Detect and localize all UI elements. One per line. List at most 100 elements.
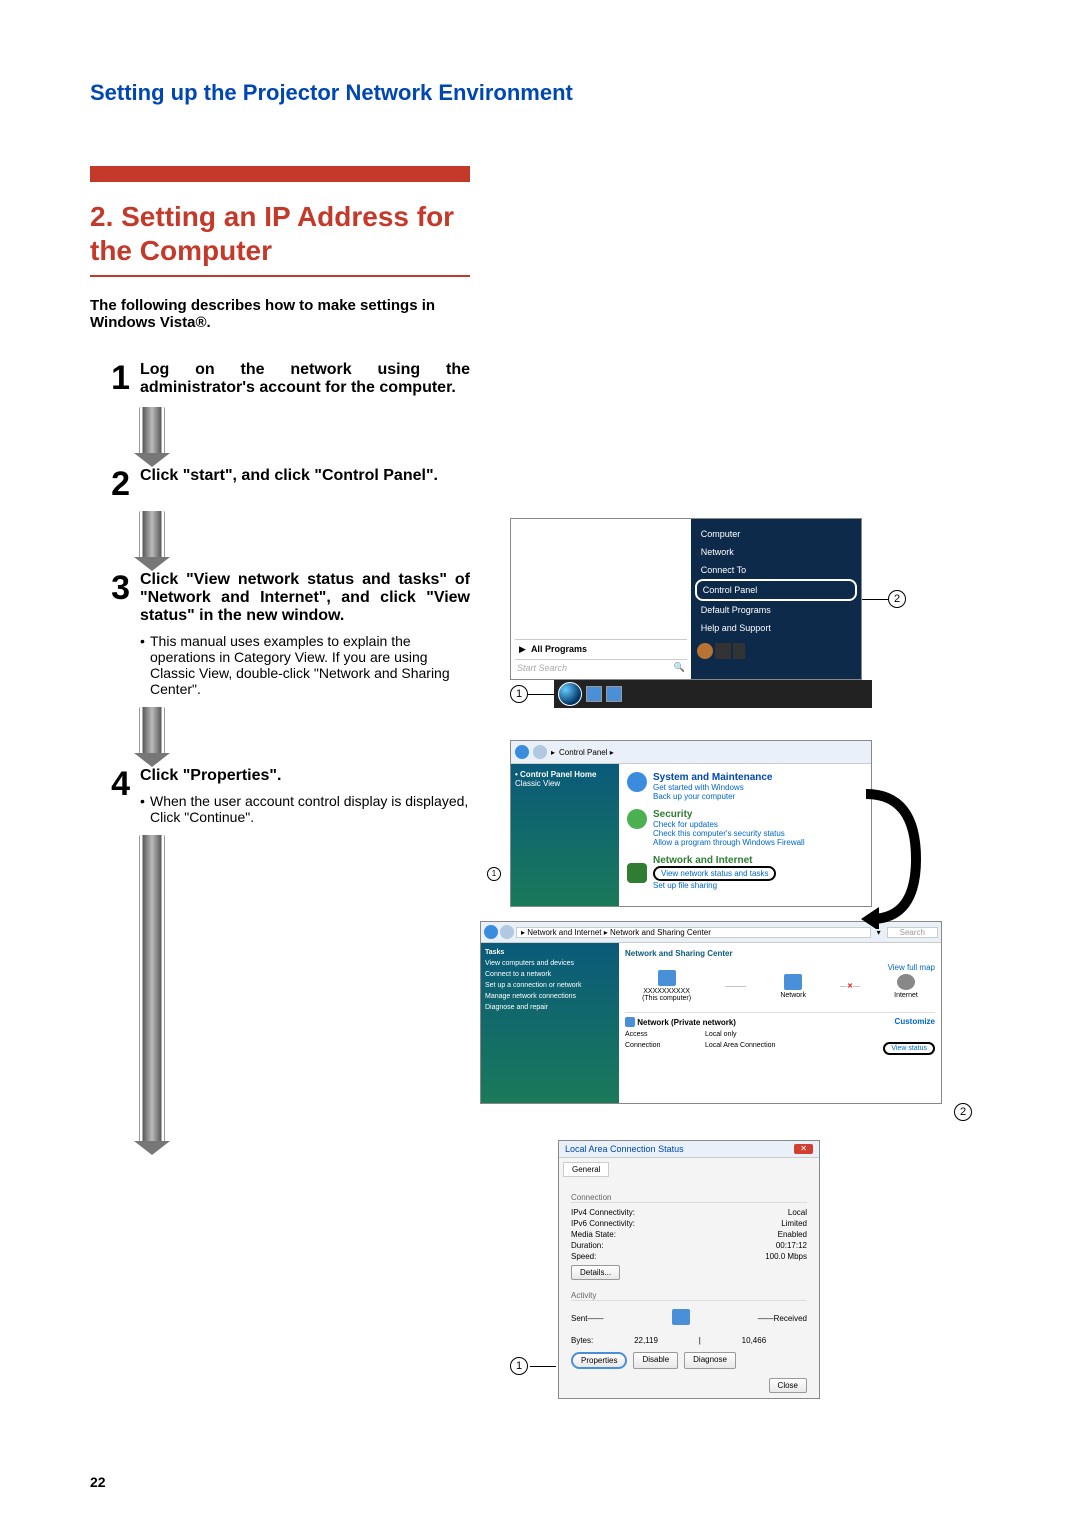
lac-group-activity: Activity: [571, 1291, 807, 1301]
lac-media-value: Enabled: [778, 1230, 807, 1239]
network-mini-icon: [625, 1017, 635, 1027]
lac-duration-label: Duration:: [571, 1241, 603, 1250]
lock-icon[interactable]: [715, 643, 731, 659]
lac-properties-button[interactable]: Properties: [571, 1352, 627, 1369]
cp-security[interactable]: Security: [653, 809, 805, 820]
nsc-side-link[interactable]: View computers and devices: [485, 960, 615, 967]
nav-fwd-icon[interactable]: [533, 745, 547, 759]
nsc-network-label: Network: [780, 992, 806, 999]
arrow-down-icon: [140, 407, 164, 467]
lac-media-label: Media State:: [571, 1230, 616, 1239]
nsc-computer-name: XXXXXXXXXX: [643, 988, 690, 995]
arrow-down-icon: [140, 707, 164, 767]
callout-marker-1: 1: [487, 867, 501, 881]
lac-ipv6-value: Limited: [781, 1219, 807, 1228]
lac-close-button[interactable]: Close: [769, 1378, 807, 1393]
intro-text: The following describes how to make sett…: [90, 297, 470, 331]
nsc-address[interactable]: ▸ Network and Internet ▸ Network and Sha…: [516, 927, 871, 938]
step-number: 2: [90, 467, 130, 501]
page-header: Setting up the Projector Network Environ…: [90, 80, 990, 106]
search-icon[interactable]: 🔍: [674, 662, 685, 673]
cp-side-classic[interactable]: Classic View: [515, 779, 615, 788]
lac-sent-label: Sent: [571, 1314, 587, 1323]
nav-back-icon[interactable]: [484, 925, 498, 939]
start-item-help[interactable]: Help and Support: [695, 619, 857, 637]
nsc-view-status[interactable]: View status: [883, 1042, 935, 1055]
cp-network-internet[interactable]: Network and Internet: [653, 855, 776, 866]
start-item-connect-to[interactable]: Connect To: [695, 561, 857, 579]
nsc-title: Network and Sharing Center: [625, 949, 935, 958]
cp-link[interactable]: Allow a program through Windows Firewall: [653, 838, 805, 847]
start-item-default-programs[interactable]: Default Programs: [695, 601, 857, 619]
activity-icon: [672, 1309, 690, 1325]
nav-back-icon[interactable]: [515, 745, 529, 759]
callout-marker-1: 1: [510, 1357, 528, 1375]
figure-start-menu: ▶ All Programs Start Search 🔍 Computer N…: [510, 518, 906, 708]
callout-marker-1: 1: [510, 685, 528, 703]
power-icon[interactable]: [697, 643, 713, 659]
chevron-right-icon[interactable]: [733, 643, 745, 659]
lac-group-connection: Connection: [571, 1193, 807, 1203]
nsc-network-private: Network (Private network): [637, 1018, 736, 1027]
nsc-connection-label: Connection: [625, 1042, 705, 1055]
lac-duration-value: 00:17:12: [776, 1241, 807, 1250]
cp-address: Control Panel ▸: [559, 748, 614, 757]
figure-control-panel: ▸ Control Panel ▸ • Control Panel Home C…: [510, 740, 942, 1121]
network-icon: [627, 863, 647, 883]
quicklaunch-icon[interactable]: [606, 686, 622, 702]
lac-ipv4-value: Local: [788, 1208, 807, 1217]
page-number: 22: [90, 1474, 106, 1490]
lac-ipv6-label: IPv6 Connectivity:: [571, 1219, 635, 1228]
step-number: 3: [90, 571, 130, 605]
cp-link[interactable]: Check for updates: [653, 820, 805, 829]
arrow-down-icon: [140, 835, 164, 1155]
lac-speed-label: Speed:: [571, 1252, 596, 1261]
start-item-control-panel[interactable]: Control Panel: [695, 579, 857, 601]
nsc-side-link[interactable]: Diagnose and repair: [485, 1004, 615, 1011]
cp-side-home[interactable]: • Control Panel Home: [515, 770, 615, 779]
lac-tab-general[interactable]: General: [563, 1162, 609, 1177]
nsc-view-full-map[interactable]: View full map: [888, 963, 935, 972]
nsc-customize[interactable]: Customize: [895, 1017, 935, 1029]
nsc-this-computer: (This computer): [642, 995, 691, 1002]
start-item-network[interactable]: Network: [695, 543, 857, 561]
lac-speed-value: 100.0 Mbps: [765, 1252, 807, 1261]
start-orb-icon[interactable]: [558, 682, 582, 706]
curved-arrow-icon: [861, 789, 931, 929]
lac-title: Local Area Connection Status: [565, 1144, 684, 1154]
cp-view-network-status[interactable]: View network status and tasks: [653, 866, 776, 881]
lac-ipv4-label: IPv4 Connectivity:: [571, 1208, 635, 1217]
arrow-down-icon: [140, 511, 164, 571]
callout-marker-2: 2: [954, 1103, 972, 1121]
close-icon[interactable]: ✕: [794, 1144, 813, 1154]
network-node-icon: [784, 974, 802, 990]
lac-details-button[interactable]: Details...: [571, 1265, 620, 1280]
step-4-bullet: When the user account control display is…: [140, 793, 470, 825]
cp-system-maintenance[interactable]: System and Maintenance: [653, 772, 772, 783]
nsc-access-value: Local only: [705, 1031, 737, 1038]
step-number: 4: [90, 767, 130, 801]
figure-lac-status: 1 Local Area Connection Status ✕ General…: [510, 1140, 820, 1399]
computer-icon: [658, 970, 676, 986]
step-4-title: Click "Properties".: [140, 767, 470, 785]
nsc-side-link[interactable]: Set up a connection or network: [485, 982, 615, 989]
red-divider: [90, 275, 470, 277]
cp-link[interactable]: Check this computer's security status: [653, 829, 805, 838]
cp-link[interactable]: Back up your computer: [653, 792, 772, 801]
nav-fwd-icon[interactable]: [500, 925, 514, 939]
start-all-programs[interactable]: All Programs: [531, 644, 587, 654]
start-item-computer[interactable]: Computer: [695, 525, 857, 543]
x-icon: ✕: [847, 983, 853, 990]
cp-link[interactable]: Get started with Windows: [653, 783, 772, 792]
nsc-side-link[interactable]: Connect to a network: [485, 971, 615, 978]
start-search-input[interactable]: Start Search: [517, 663, 674, 673]
lac-diagnose-button[interactable]: Diagnose: [684, 1352, 736, 1369]
nsc-side-link[interactable]: Manage network connections: [485, 993, 615, 1000]
quicklaunch-icon[interactable]: [586, 686, 602, 702]
lac-disable-button[interactable]: Disable: [633, 1352, 678, 1369]
nsc-access-label: Access: [625, 1031, 705, 1038]
step-number: 1: [90, 361, 130, 395]
lac-bytes-label: Bytes:: [571, 1336, 593, 1345]
callout-marker-2: 2: [888, 590, 906, 608]
cp-link[interactable]: Set up file sharing: [653, 881, 776, 890]
